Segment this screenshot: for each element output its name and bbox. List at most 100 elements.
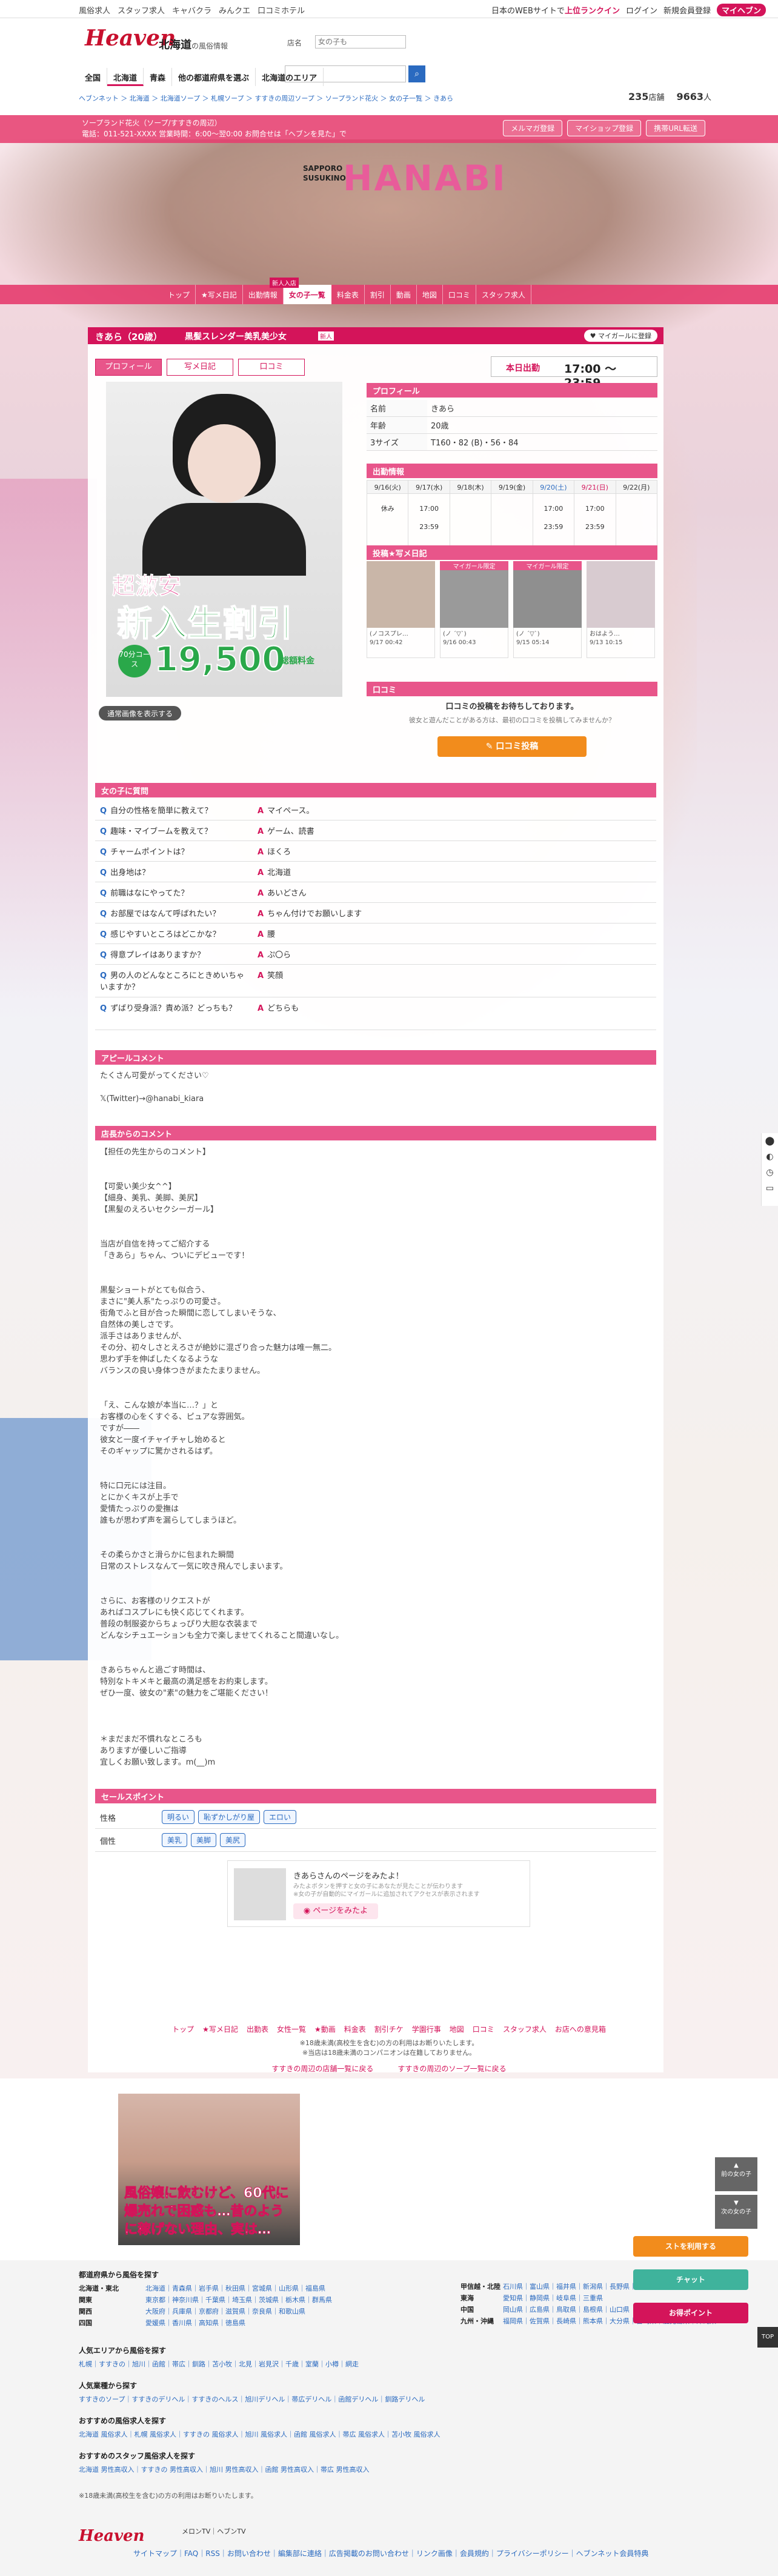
nav-item[interactable]: 北海道	[107, 68, 144, 86]
shop-nav-item[interactable]: 料金表	[331, 285, 365, 304]
scroll-top-button[interactable]: TOP	[757, 2327, 778, 2348]
top-link[interactable]: 口コミホテル	[258, 4, 305, 16]
search-input[interactable]	[315, 35, 406, 48]
qa-row: Q 趣味・マイブームを教えて？ A ゲーム、読書	[95, 820, 656, 841]
shop-nav-item[interactable]: スタッフ求人	[476, 285, 531, 304]
footer-sns[interactable]: メロンTV｜ヘブンTV	[182, 2527, 246, 2537]
footer-logo[interactable]: Heaven	[79, 2527, 145, 2545]
diary-item[interactable]: マイガール限定 (ノ ´▽`) 9/15 05:14	[513, 561, 582, 682]
footer-links[interactable]: 北海道 風俗求人｜札幌 風俗求人｜すすきの 風俗求人｜旭川 風俗求人｜函館 風俗…	[79, 2429, 685, 2439]
float-chat-button[interactable]: チャット	[633, 2269, 748, 2290]
myshop-button[interactable]: マイショップ登録	[567, 120, 642, 136]
sales-tag[interactable]: 美乳	[162, 1833, 188, 1847]
myheaven-button[interactable]: マイヘブン	[716, 4, 766, 16]
footer-region-links[interactable]: 大阪府｜兵庫県｜京都府｜滋賀県｜奈良県｜和歌山県	[145, 2308, 305, 2315]
qa-answer-text: ほくろ	[267, 848, 291, 857]
sub-nav-link[interactable]: お店への意見箱	[555, 2024, 606, 2034]
sales-tags: 明るい 恥ずかしがり屋 エロい	[162, 1810, 297, 1824]
sub-nav-link[interactable]: 女性一覧	[277, 2024, 306, 2034]
new-tag: 新人	[318, 331, 334, 341]
reader-icon[interactable]: ◐	[762, 1149, 778, 1165]
banner-ad[interactable]: 風俗嬢に飲むけど、60代に爆売れで困惑も…昔のように稼げない理由、実は…	[118, 2094, 300, 2245]
sub-nav-link[interactable]: 学園行事	[412, 2024, 441, 2034]
back-to-area-shops[interactable]: すすきの周辺の店舗一覧に戻る	[271, 2063, 373, 2074]
diary-item[interactable]: おはよう… 9/13 10:15	[587, 561, 655, 682]
next-girl-button[interactable]: ▼ 次の女の子	[715, 2195, 757, 2229]
diary-item[interactable]: マイガール限定 (ノ ´▽`) 9/16 00:43	[440, 561, 508, 682]
tab-diary[interactable]: 写メ日記	[167, 359, 233, 376]
sales-tag[interactable]: 恥ずかしがり屋	[198, 1810, 261, 1824]
post-review-button[interactable]: ✎ 口コミ投稿	[437, 736, 587, 757]
prev-girl-button[interactable]: ▲ 前の女の子	[715, 2157, 757, 2191]
sub-nav-link[interactable]: 口コミ	[473, 2024, 494, 2034]
float-button-1[interactable]: ストを利用する	[633, 2236, 748, 2257]
footer-region-links[interactable]: 北海道｜青森県｜岩手県｜秋田県｜宮城県｜山形県｜福島県	[145, 2285, 325, 2292]
qa-row: Q 前職はなにやってた？ A あいどさん	[95, 882, 656, 903]
show-normal-image-button[interactable]: 通常画像を表示する	[99, 706, 182, 721]
sales-tag[interactable]: 明るい	[162, 1810, 195, 1824]
shop-nav-item[interactable]: 割引	[365, 285, 391, 304]
share-icon[interactable]: ⬤	[762, 1133, 778, 1149]
footer-links[interactable]: すすきのソープ｜すすきのデリヘル｜すすきのヘルス｜旭川デリヘル｜帯広デリヘル｜函…	[79, 2394, 685, 2404]
shop-nav-item[interactable]: 動画	[391, 285, 417, 304]
region-suffix: の風俗情報	[191, 42, 228, 50]
sales-tag[interactable]: 美尻	[220, 1833, 246, 1847]
diary-caption: (ノ ´▽`) 9/15 05:14	[513, 628, 582, 658]
mobile-url-button[interactable]: 携帯URL転送	[646, 120, 705, 136]
mygirl-register-button[interactable]: ♥ マイガールに登録	[584, 330, 657, 342]
login-link[interactable]: ログイン	[626, 4, 657, 16]
clock-icon[interactable]: ◷	[762, 1165, 778, 1180]
back-to-area-soap[interactable]: すすきの周辺のソープ一覧に戻る	[397, 2063, 506, 2074]
diary-item[interactable]: (ノコスプレ… 9/17 00:42	[367, 561, 435, 682]
footer-links[interactable]: 札幌｜すすきの｜旭川｜函館｜帯広｜釧路｜苫小牧｜北見｜岩見沢｜千歳｜室蘭｜小樽｜…	[79, 2359, 685, 2369]
site-logo[interactable]: Heaven	[85, 25, 176, 56]
footer-region-links[interactable]: 愛媛県｜香川県｜高知県｜徳島県	[145, 2319, 245, 2327]
search-button[interactable]: ⌕	[408, 65, 425, 82]
nav-item[interactable]: 青森	[144, 68, 173, 86]
mitayo-button[interactable]: ◉ ページをみたよ	[293, 1903, 378, 1919]
qa-answer-text: 腰	[267, 930, 276, 939]
sub-nav-link[interactable]: ★写メ日記	[202, 2024, 238, 2034]
mitayo-box: きあらさんのページをみたよ！ みたよボタンを押すと女の子にあなたが見たことが伝わ…	[227, 1860, 530, 1927]
footer-bottom-links[interactable]: サイトマップ｜FAQ｜RSS｜お問い合わせ｜編集部に連絡｜広告掲載のお問い合わせ…	[133, 2548, 648, 2558]
sub-nav-link[interactable]: ★動画	[314, 2024, 336, 2034]
shop-nav-item[interactable]: ★写メ日記	[196, 285, 243, 304]
footer-region-links[interactable]: 愛知県｜静岡県｜岐阜県｜三重県	[503, 2294, 603, 2302]
footer-region-links[interactable]: 東京都｜神奈川県｜千葉県｜埼玉県｜茨城県｜栃木県｜群馬県	[145, 2296, 332, 2304]
nav-item[interactable]: 他の都道府県を選ぶ	[172, 68, 256, 86]
qa-question: Q 男の人のどんなところにときめいちゃいますか？	[95, 965, 253, 996]
footer-links[interactable]: 北海道 男性高収入｜すすきの 男性高収入｜旭川 男性高収入｜函館 男性高収入｜帯…	[79, 2465, 685, 2474]
shop-nav-item[interactable]: 地図	[417, 285, 443, 304]
top-link[interactable]: みんクエ	[219, 4, 250, 16]
q-mark: Q	[100, 930, 107, 939]
footer-region-row: 北海道・東北 北海道｜青森県｜岩手県｜秋田県｜宮城県｜山形県｜福島県	[79, 2283, 442, 2293]
breadcrumb[interactable]: ヘブンネット ＞ 北海道 ＞ 北海道ソープ ＞ 札幌ソープ ＞ すすきの周辺ソー…	[79, 93, 453, 103]
schedule-end: 23:59	[585, 523, 605, 531]
qa-answer-text: どちらも	[267, 1004, 299, 1013]
shop-nav-item[interactable]: トップ	[162, 285, 196, 304]
girl-photo[interactable]: 超激安 新入生割引 70分コース 19,500 総額料金	[106, 382, 342, 697]
sub-nav-link[interactable]: トップ	[172, 2024, 194, 2034]
tab-profile[interactable]: プロフィール	[95, 359, 162, 376]
nav-item[interactable]: 北海道のエリア	[256, 68, 324, 86]
top-link[interactable]: 風俗求人	[79, 4, 110, 16]
float-points-button[interactable]: お得ポイント	[633, 2303, 748, 2323]
top-link[interactable]: キャバクラ	[172, 4, 211, 16]
sales-tag[interactable]: エロい	[264, 1810, 297, 1824]
sub-nav-link[interactable]: 割引チケ	[374, 2024, 404, 2034]
qa-question: Q 感じやすいところはどこかな？	[95, 924, 253, 944]
sub-nav-link[interactable]: 出勤表	[247, 2024, 268, 2034]
tab-review[interactable]: 口コミ	[238, 359, 305, 376]
top-link[interactable]: スタッフ求人	[118, 4, 165, 16]
shop-logo[interactable]: SAPPORO SUSUKINO HANABI	[303, 151, 505, 212]
mailmag-button[interactable]: メルマガ登録	[503, 120, 563, 136]
nav-item[interactable]: 全国	[79, 68, 108, 86]
sub-nav-link[interactable]: 料金表	[344, 2024, 366, 2034]
shop-nav-item[interactable]: 口コミ	[443, 285, 476, 304]
sub-nav-link[interactable]: スタッフ求人	[503, 2024, 547, 2034]
sub-nav-link[interactable]: 地図	[450, 2024, 464, 2034]
register-link[interactable]: 新規会員登録	[663, 4, 711, 16]
footer-region-links[interactable]: 岡山県｜広島県｜鳥取県｜島根県｜山口県	[503, 2306, 630, 2314]
comment-icon[interactable]: ▭	[762, 1180, 778, 1196]
sales-tag[interactable]: 美脚	[191, 1833, 217, 1847]
